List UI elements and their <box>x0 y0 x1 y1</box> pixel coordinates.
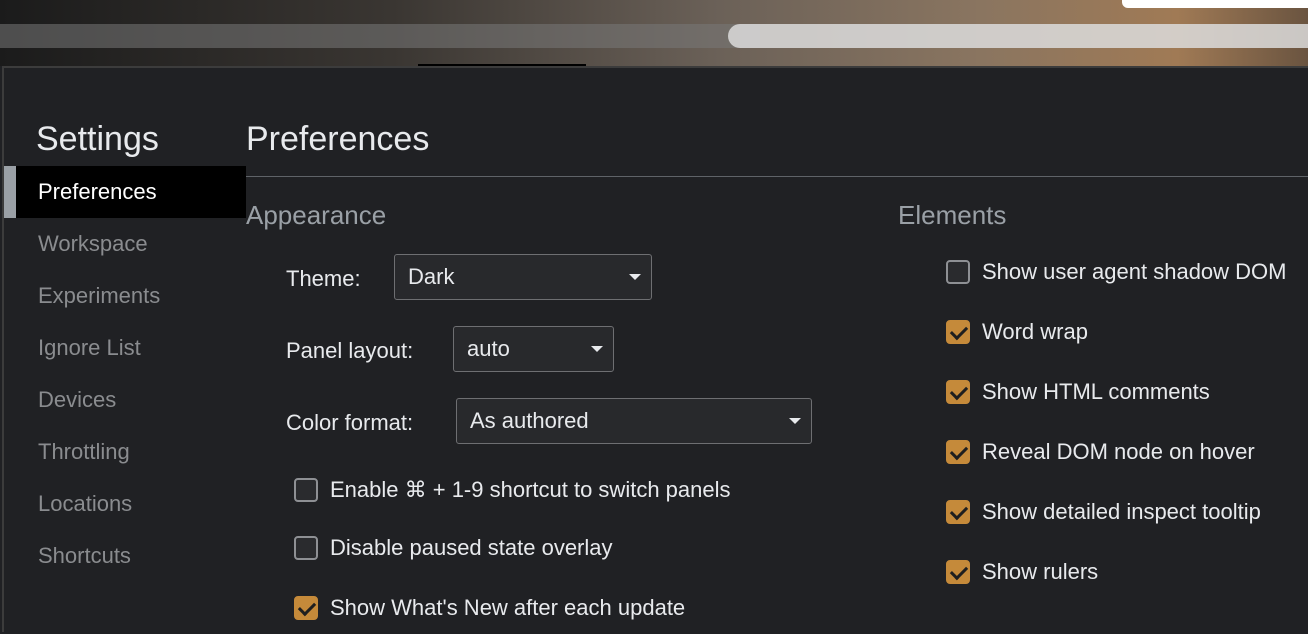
html-comments-checkbox[interactable] <box>946 380 970 404</box>
settings-content: Preferences Appearance Theme: Dark Panel… <box>246 68 1308 634</box>
sidebar-item-label: Ignore List <box>38 335 141 360</box>
show-rulers-option[interactable]: Show rulers <box>946 557 1098 587</box>
sidebar-item-preferences[interactable]: Preferences <box>4 166 246 218</box>
html-comments-option[interactable]: Show HTML comments <box>946 377 1210 407</box>
disable-paused-overlay-option[interactable]: Disable paused state overlay <box>294 533 613 563</box>
enable-shortcut-checkbox[interactable] <box>294 478 318 502</box>
enable-shortcut-option[interactable]: Enable ⌘ + 1-9 shortcut to switch panels <box>294 475 731 505</box>
shadow-dom-option[interactable]: Show user agent shadow DOM <box>946 257 1287 287</box>
sidebar-item-experiments[interactable]: Experiments <box>4 270 246 322</box>
inspect-tooltip-label: Show detailed inspect tooltip <box>982 499 1261 524</box>
show-whats-new-label: Show What's New after each update <box>330 595 686 620</box>
sidebar-item-workspace[interactable]: Workspace <box>4 218 246 270</box>
sidebar-item-devices[interactable]: Devices <box>4 374 246 426</box>
color-format-select[interactable]: As authored <box>456 398 812 444</box>
show-rulers-checkbox[interactable] <box>946 560 970 584</box>
scroll-thumb[interactable] <box>728 24 1308 48</box>
disable-paused-overlay-checkbox[interactable] <box>294 536 318 560</box>
panel-layout-select-value: auto <box>467 336 510 361</box>
scroll-track <box>0 24 760 48</box>
chevron-down-icon <box>591 346 603 352</box>
reveal-dom-node-label: Reveal DOM node on hover <box>982 439 1255 464</box>
browser-top-strip <box>0 0 1308 66</box>
sidebar-item-label: Experiments <box>38 283 161 308</box>
show-whats-new-checkbox[interactable] <box>294 596 318 620</box>
sidebar-item-locations[interactable]: Locations <box>4 478 246 530</box>
theme-select[interactable]: Dark <box>394 254 652 300</box>
sidebar-item-label: Locations <box>38 491 133 516</box>
html-comments-label: Show HTML comments <box>982 379 1210 404</box>
shadow-dom-label: Show user agent shadow DOM <box>982 259 1287 284</box>
appearance-section-title: Appearance <box>246 200 387 230</box>
settings-sidebar: Settings Preferences Workspace Experimen… <box>4 68 246 634</box>
sidebar-item-label: Devices <box>38 387 117 412</box>
settings-dialog: Settings Preferences Workspace Experimen… <box>2 66 1308 632</box>
sidebar-title: Settings <box>36 120 159 158</box>
sidebar-item-ignore-list[interactable]: Ignore List <box>4 322 246 374</box>
sidebar-item-label: Shortcuts <box>38 543 131 568</box>
enable-shortcut-label: Enable ⌘ + 1-9 shortcut to switch panels <box>330 477 731 502</box>
sidebar-item-label: Workspace <box>38 231 148 256</box>
color-format-select-value: As authored <box>470 408 589 433</box>
sidebar-item-label: Throttling <box>38 439 130 464</box>
elements-section-title: Elements <box>898 200 1007 230</box>
show-rulers-label: Show rulers <box>982 559 1099 584</box>
word-wrap-checkbox[interactable] <box>946 320 970 344</box>
page-title: Preferences <box>246 120 430 158</box>
sidebar-item-throttling[interactable]: Throttling <box>4 426 246 478</box>
sidebar-item-shortcuts[interactable]: Shortcuts <box>4 530 246 582</box>
word-wrap-label: Word wrap <box>982 319 1088 344</box>
reveal-dom-node-checkbox[interactable] <box>946 440 970 464</box>
panel-layout-label: Panel layout: <box>286 338 414 363</box>
chevron-down-icon <box>789 418 801 424</box>
disable-paused-overlay-label: Disable paused state overlay <box>330 535 613 560</box>
shadow-dom-checkbox[interactable] <box>946 260 970 284</box>
panel-layout-select[interactable]: auto <box>453 326 614 372</box>
reveal-dom-node-option[interactable]: Reveal DOM node on hover <box>946 437 1255 467</box>
chevron-down-icon <box>629 274 641 280</box>
inspect-tooltip-option[interactable]: Show detailed inspect tooltip <box>946 497 1261 527</box>
title-divider <box>246 176 1308 177</box>
sidebar-item-label: Preferences <box>38 179 157 204</box>
word-wrap-option[interactable]: Word wrap <box>946 317 1088 347</box>
show-whats-new-option[interactable]: Show What's New after each update <box>294 593 685 623</box>
white-panel-edge <box>1122 0 1308 8</box>
color-format-label: Color format: <box>286 410 414 435</box>
theme-label: Theme: <box>286 266 361 291</box>
inspect-tooltip-checkbox[interactable] <box>946 500 970 524</box>
theme-select-value: Dark <box>408 264 455 289</box>
